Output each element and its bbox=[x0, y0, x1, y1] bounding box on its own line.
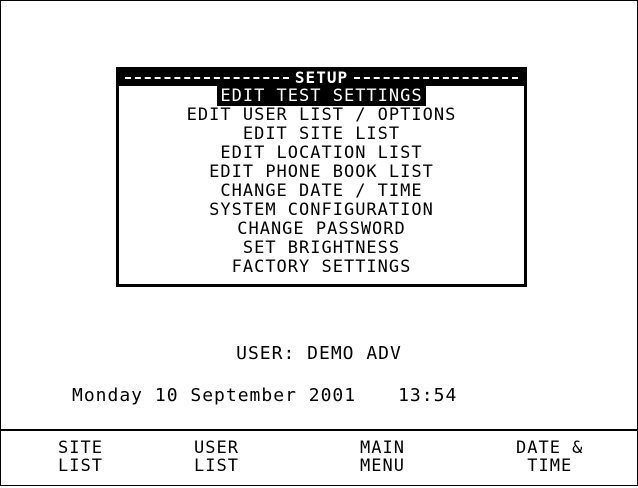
date-time-display: Monday 10 September 2001 13:54 bbox=[72, 385, 457, 406]
title-divider-right bbox=[354, 76, 519, 80]
menu-item-edit-location-list[interactable]: EDIT LOCATION LIST bbox=[119, 144, 524, 163]
menu-item-label: FACTORY SETTINGS bbox=[231, 257, 412, 277]
softkey-bar: SITE LIST USER LIST MAIN MENU DATE & TIME bbox=[0, 429, 638, 488]
menu-item-edit-test-settings[interactable]: EDIT TEST SETTINGS bbox=[119, 86, 524, 106]
title-divider-left bbox=[125, 76, 289, 80]
menu-item-label: EDIT USER LIST / OPTIONS bbox=[186, 105, 457, 125]
softkey-label-line2: MENU bbox=[360, 456, 405, 476]
setup-menu-title: SETUP bbox=[294, 68, 349, 87]
current-user: USER: DEMO ADV bbox=[0, 343, 638, 364]
softkey-site-list[interactable]: SITE LIST bbox=[58, 439, 103, 475]
menu-item-system-configuration[interactable]: SYSTEM CONFIGURATION bbox=[119, 201, 524, 220]
setup-menu-items: EDIT TEST SETTINGS EDIT USER LIST / OPTI… bbox=[119, 86, 524, 277]
menu-item-edit-phone-book-list[interactable]: EDIT PHONE BOOK LIST bbox=[119, 163, 524, 182]
softkey-label-line1: USER bbox=[194, 438, 239, 458]
menu-item-change-password[interactable]: CHANGE PASSWORD bbox=[119, 220, 524, 239]
current-date: Monday 10 September 2001 bbox=[72, 385, 357, 406]
menu-item-edit-site-list[interactable]: EDIT SITE LIST bbox=[119, 125, 524, 144]
softkey-label-line1: DATE & bbox=[516, 438, 584, 458]
softkey-main-menu[interactable]: MAIN MENU bbox=[360, 439, 405, 475]
menu-item-set-brightness[interactable]: SET BRIGHTNESS bbox=[119, 239, 524, 258]
softkey-label-line2: LIST bbox=[58, 456, 103, 476]
menu-item-label: EDIT TEST SETTINGS bbox=[217, 86, 426, 106]
user-name: DEMO ADV bbox=[307, 343, 402, 364]
current-time: 13:54 bbox=[398, 385, 458, 406]
menu-item-label: EDIT LOCATION LIST bbox=[220, 143, 423, 163]
menu-item-label: EDIT SITE LIST bbox=[242, 124, 401, 144]
menu-item-label: SET BRIGHTNESS bbox=[242, 238, 401, 258]
softkey-label-line1: SITE bbox=[58, 438, 103, 458]
softkey-label-line2: TIME bbox=[527, 456, 573, 476]
menu-item-label: CHANGE DATE / TIME bbox=[220, 181, 423, 201]
menu-item-factory-settings[interactable]: FACTORY SETTINGS bbox=[119, 258, 524, 277]
softkey-label-line2: LIST bbox=[194, 456, 239, 476]
menu-item-change-date-time[interactable]: CHANGE DATE / TIME bbox=[119, 182, 524, 201]
user-label: USER: bbox=[236, 343, 296, 364]
setup-menu-title-bar: SETUP bbox=[119, 70, 524, 86]
softkey-label-line1: MAIN bbox=[360, 438, 405, 458]
softkey-user-list[interactable]: USER LIST bbox=[194, 439, 239, 475]
menu-item-label: CHANGE PASSWORD bbox=[237, 219, 406, 239]
menu-item-label: SYSTEM CONFIGURATION bbox=[209, 200, 434, 220]
menu-item-label: EDIT PHONE BOOK LIST bbox=[209, 162, 434, 182]
softkey-date-time[interactable]: DATE & TIME bbox=[516, 439, 583, 475]
setup-menu: SETUP EDIT TEST SETTINGS EDIT USER LIST … bbox=[116, 67, 527, 287]
menu-item-edit-user-list-options[interactable]: EDIT USER LIST / OPTIONS bbox=[119, 106, 524, 125]
